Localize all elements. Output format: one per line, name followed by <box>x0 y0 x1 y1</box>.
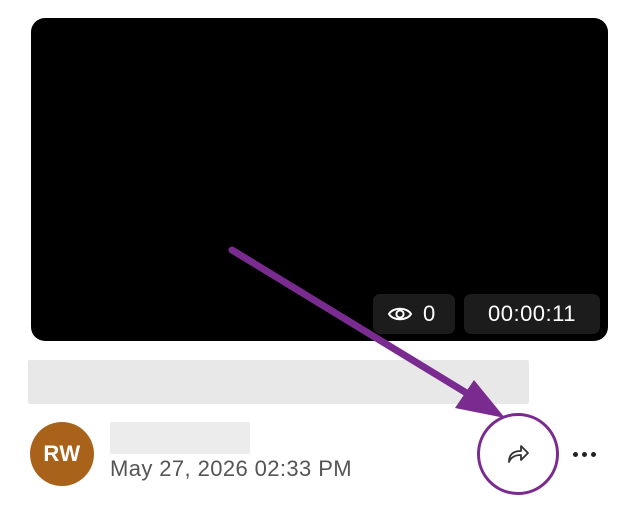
share-button[interactable] <box>477 413 559 495</box>
share-forward-icon <box>505 443 531 465</box>
duration-badge: 00:00:11 <box>464 294 600 334</box>
avatar[interactable]: RW <box>30 422 94 486</box>
post-date: May 27, 2026 02:33 PM <box>110 456 352 481</box>
title-placeholder <box>28 360 529 404</box>
duration-text: 00:00:11 <box>487 301 576 326</box>
author-name-placeholder <box>110 422 250 454</box>
view-count: 0 <box>423 301 436 326</box>
video-thumbnail[interactable]: 0 00:00:11 <box>31 18 608 341</box>
view-count-badge: 0 <box>373 294 455 334</box>
more-dot <box>590 451 596 457</box>
more-options-button[interactable] <box>568 440 600 468</box>
avatar-initials: RW <box>43 441 81 466</box>
more-dot <box>581 451 587 457</box>
more-horizontal-icon <box>572 451 578 457</box>
eye-icon <box>387 304 413 324</box>
